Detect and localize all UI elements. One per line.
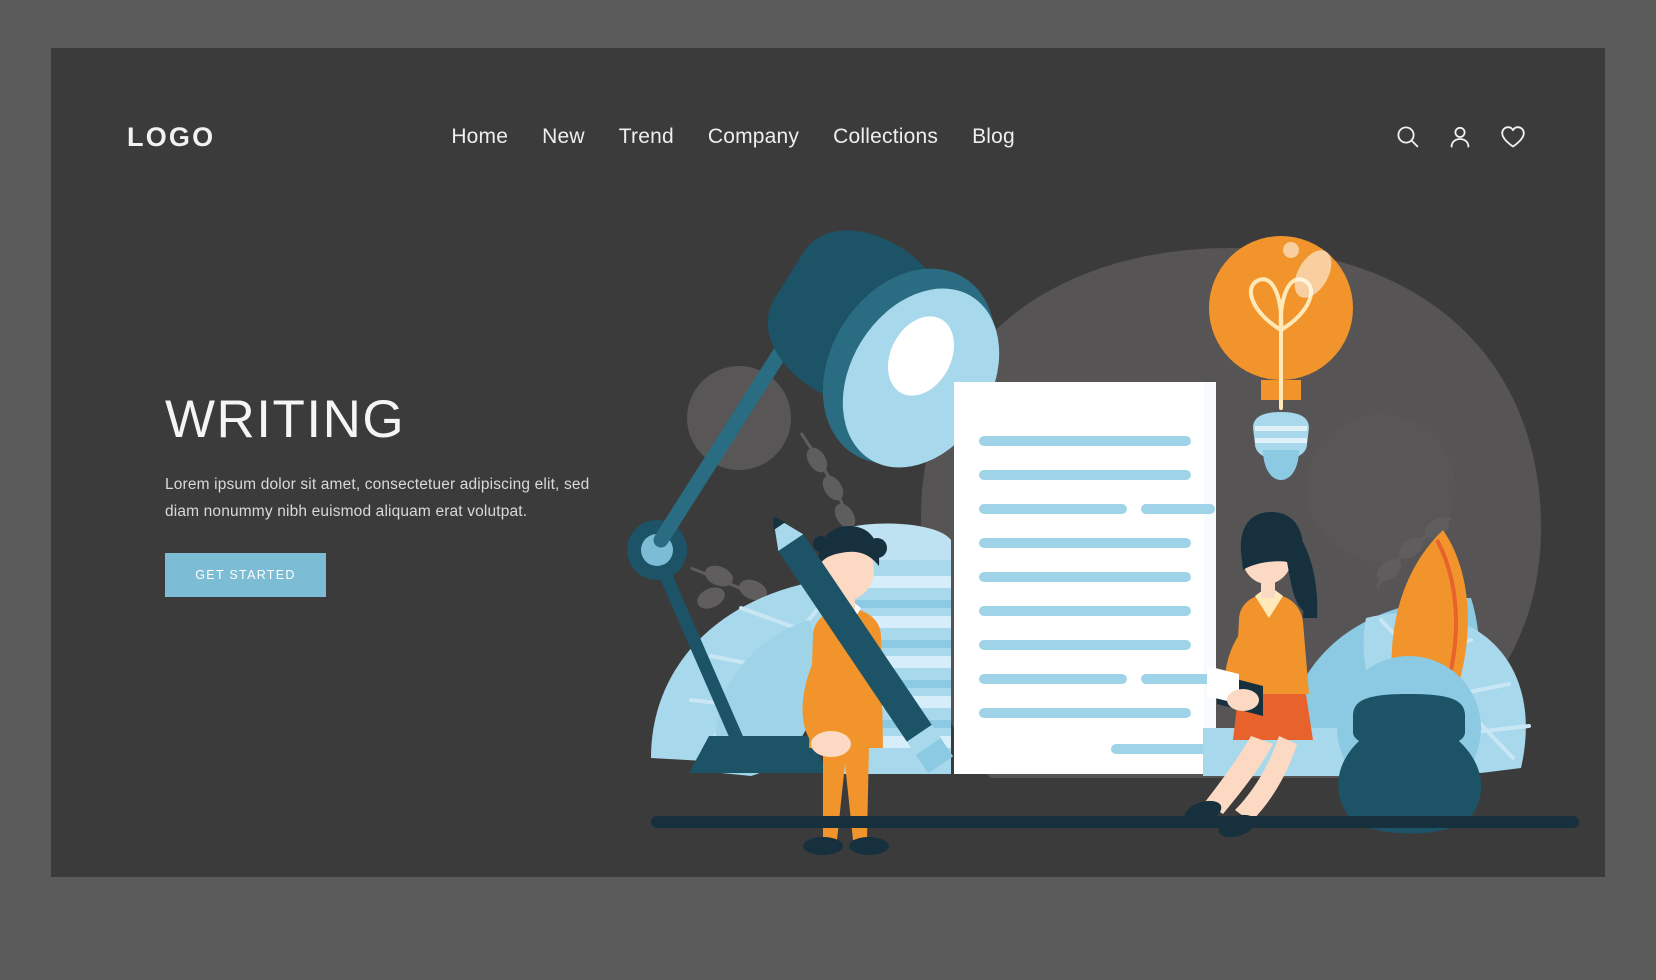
nav-item-home[interactable]: Home — [451, 125, 508, 149]
nav-item-trend[interactable]: Trend — [619, 125, 674, 149]
lined-document — [954, 382, 1216, 774]
nav-item-blog[interactable]: Blog — [972, 125, 1015, 149]
hero-description: Lorem ipsum dolor sit amet, consectetuer… — [165, 476, 590, 520]
user-icon[interactable] — [1447, 124, 1473, 150]
nav-item-company[interactable]: Company — [708, 125, 799, 149]
hero-text-block: WRITING Lorem ipsum dolor sit amet, cons… — [165, 390, 635, 598]
main-navigation: Home New Trend Company Collections Blog — [451, 125, 1015, 149]
heart-icon[interactable] — [1499, 124, 1527, 150]
landing-page-frame: LOGO Home New Trend Company Collections … — [51, 48, 1605, 877]
logo[interactable]: LOGO — [127, 122, 215, 153]
header-icon-group — [1395, 124, 1527, 150]
inkwell — [1337, 656, 1482, 834]
page-title: WRITING — [165, 390, 406, 449]
nav-item-collections[interactable]: Collections — [833, 125, 938, 149]
ground-line — [651, 816, 1579, 828]
get-started-button[interactable]: GET STARTED — [165, 553, 326, 598]
writing-illustration — [591, 188, 1601, 877]
nav-item-new[interactable]: New — [542, 125, 585, 149]
search-icon[interactable] — [1395, 124, 1421, 150]
